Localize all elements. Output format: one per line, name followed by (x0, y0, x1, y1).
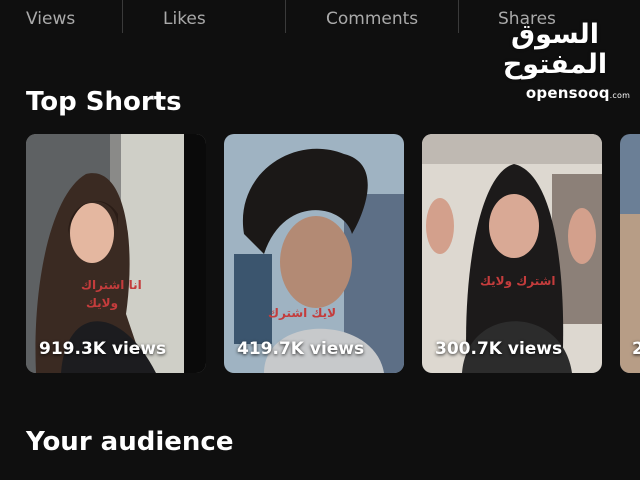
overlay-caption: لايك اشترك (268, 306, 337, 320)
short-thumbnail (422, 134, 602, 373)
short-card[interactable]: انا اشتراك ولايك 919.3K views (26, 134, 206, 373)
short-view-count: 2 (632, 339, 640, 359)
short-view-count: 919.3K views (39, 339, 167, 359)
watermark-suffix: .com (609, 91, 631, 100)
opensooq-watermark: السوق المفتوح opensooq.com (470, 19, 640, 103)
watermark-latin-text: opensooq.com (516, 84, 640, 102)
short-card[interactable]: اشترك ولايك 300.7K views (422, 134, 602, 373)
audience-heading: Your audience (26, 427, 234, 457)
top-shorts-heading: Top Shorts (26, 87, 182, 117)
short-thumbnail (224, 134, 404, 373)
watermark-brand: opensooq (525, 84, 610, 102)
tab-divider (458, 0, 459, 33)
tab-comments[interactable]: Comments (326, 9, 418, 29)
short-thumbnail (620, 134, 640, 373)
overlay-caption: اشترك ولايك (480, 274, 556, 288)
tab-divider (122, 0, 123, 33)
watermark-arabic-text: السوق المفتوح (502, 19, 608, 80)
short-view-count: 300.7K views (435, 339, 563, 359)
short-thumbnail (26, 134, 206, 373)
overlay-caption: ولايك (86, 296, 119, 310)
short-card[interactable]: لايك اشترك 419.7K views (224, 134, 404, 373)
overlay-caption: انا اشتراك (81, 278, 142, 292)
tab-divider (285, 0, 286, 33)
short-card[interactable]: 2 (620, 134, 640, 373)
tab-likes[interactable]: Likes (163, 9, 206, 29)
tab-views[interactable]: Views (26, 9, 75, 29)
short-view-count: 419.7K views (237, 339, 365, 359)
